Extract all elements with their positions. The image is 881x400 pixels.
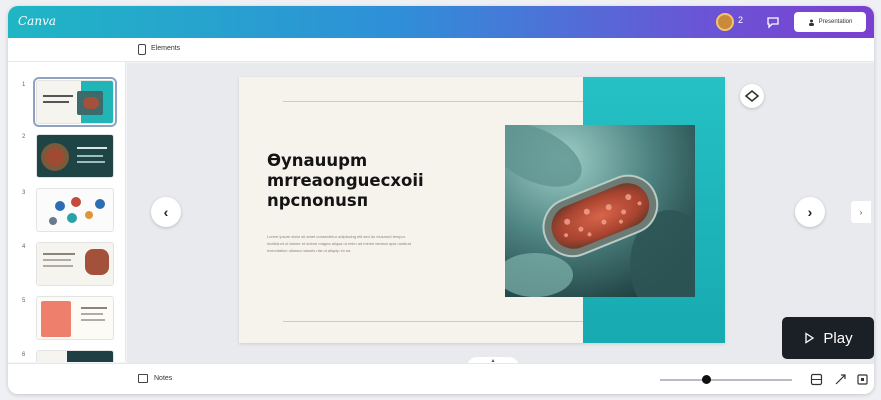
bacteria-image[interactable] bbox=[505, 125, 695, 297]
thumbnail-number: 5 bbox=[22, 298, 26, 304]
body-line: Lorem ipsum dolor sit amet consectetur a… bbox=[267, 234, 406, 239]
slide-body-text[interactable]: Lorem ipsum dolor sit amet consectetur a… bbox=[267, 233, 479, 254]
body-line: incididunt ut labore et dolore magna ali… bbox=[267, 241, 411, 246]
previous-slide-button[interactable]: ‹ bbox=[151, 197, 181, 227]
body-line: exercitation ullamco laboris nisi ut ali… bbox=[267, 248, 351, 253]
thumbnail-number: 4 bbox=[22, 244, 26, 250]
slide-title-line: npсnonusп bbox=[267, 191, 369, 210]
expand-icon[interactable] bbox=[834, 373, 847, 386]
thumbnail-slide-5[interactable] bbox=[36, 296, 114, 340]
bottom-bar: Notes bbox=[8, 363, 874, 394]
slide-canvas-area: Өynauupm mrreaongueсхoii npсnonusп Lorem… bbox=[127, 63, 874, 367]
editor-subbar: Elements bbox=[8, 38, 874, 62]
zoom-slider-thumb[interactable] bbox=[701, 375, 711, 384]
magic-icon bbox=[744, 89, 760, 103]
play-button-label: Play bbox=[823, 329, 853, 347]
slide-title-line: Өynauupm bbox=[267, 151, 368, 170]
notes-button[interactable]: Notes bbox=[154, 375, 172, 382]
notes-icon bbox=[138, 374, 148, 383]
grid-view-icon[interactable] bbox=[810, 373, 823, 386]
next-slide-button[interactable]: › bbox=[795, 197, 825, 227]
comment-icon[interactable] bbox=[766, 15, 780, 29]
slide-thumbnail-panel: 1 2 3 4 5 6 bbox=[8, 62, 126, 362]
page-icon bbox=[138, 44, 146, 55]
top-bar: Canva 2 Presentation bbox=[8, 6, 874, 38]
play-icon bbox=[805, 332, 815, 344]
collaborator-count-badge: 2 bbox=[738, 15, 744, 25]
bottom-divider bbox=[283, 321, 583, 322]
app-logo[interactable]: Canva bbox=[18, 14, 56, 28]
share-button-label: Presentation bbox=[818, 19, 853, 25]
thumbnail-slide-2[interactable] bbox=[36, 134, 114, 178]
user-avatar[interactable] bbox=[716, 13, 734, 31]
thumbnail-slide-4[interactable] bbox=[36, 242, 114, 286]
slide-title-line: mrreaongueсхoii bbox=[267, 171, 424, 190]
side-panel-toggle[interactable]: › bbox=[851, 201, 871, 223]
thumbnail-number: 3 bbox=[22, 190, 26, 196]
zoom-slider[interactable] bbox=[660, 379, 792, 381]
thumbnail-slide-1[interactable] bbox=[33, 77, 117, 127]
bacteria-illustration bbox=[505, 125, 695, 297]
thumbnail-slide-6[interactable] bbox=[36, 350, 114, 362]
share-button[interactable]: Presentation bbox=[794, 12, 866, 32]
thumbnail-number: 6 bbox=[22, 352, 26, 358]
subbar-title[interactable]: Elements bbox=[151, 45, 180, 52]
person-icon bbox=[808, 19, 814, 26]
current-slide[interactable]: Өynauupm mrreaongueсхoii npсnonusп Lorem… bbox=[239, 77, 725, 343]
thumbnail-number: 1 bbox=[22, 82, 26, 88]
play-button[interactable]: Play bbox=[782, 317, 874, 359]
slide-title[interactable]: Өynauupm mrreaongueсхoii npсnonusп bbox=[267, 151, 497, 211]
magic-tool-button[interactable] bbox=[740, 84, 764, 108]
thumbnail-number: 2 bbox=[22, 134, 26, 140]
fullscreen-icon[interactable] bbox=[856, 373, 869, 386]
top-divider bbox=[283, 101, 583, 102]
editor-window: Canva 2 Presentation Elements 1 2 3 4 5 … bbox=[8, 6, 874, 394]
thumbnail-slide-3[interactable] bbox=[36, 188, 114, 232]
